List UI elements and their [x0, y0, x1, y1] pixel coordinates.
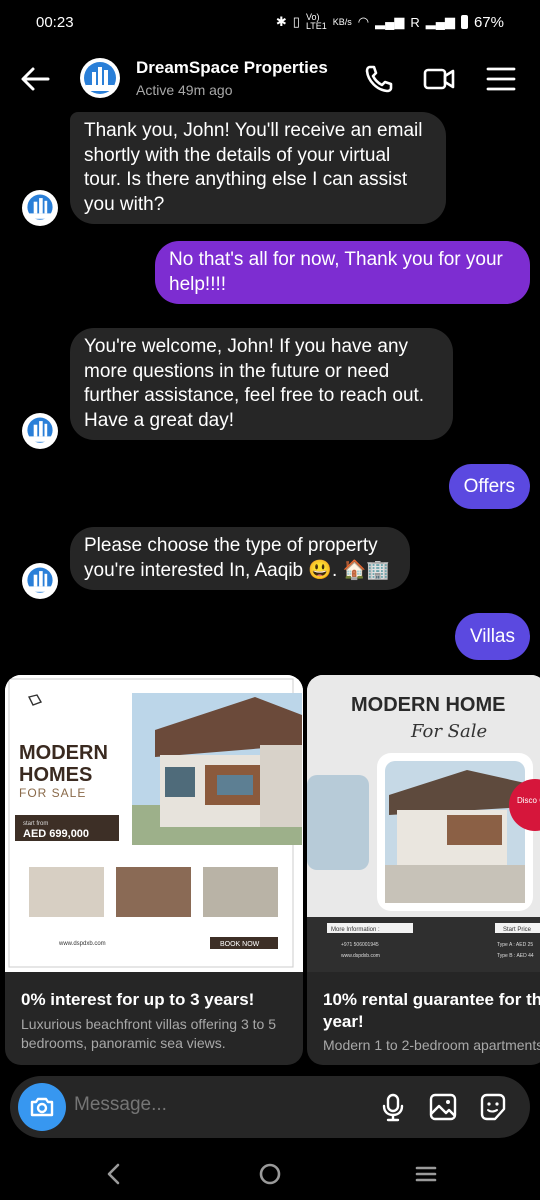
villa-poster-image: MODERN HOME For Sale Disco Only Up More …: [307, 675, 540, 972]
poster-cta: BOOK NOW: [220, 941, 260, 948]
offer-card[interactable]: MODERN HOME For Sale Disco Only Up More …: [307, 675, 540, 1065]
message-composer: [10, 1076, 530, 1138]
sender-avatar[interactable]: [22, 413, 58, 449]
poster-website: www.dspdxb.com: [58, 941, 106, 947]
wifi-icon: ◠: [357, 14, 370, 29]
message-text: No that's all for now, Thank you for you…: [169, 249, 503, 295]
bluetooth-icon: ✱: [275, 14, 287, 29]
camera-icon: [30, 1097, 54, 1117]
camera-button[interactable]: [18, 1083, 66, 1131]
poster-price: AED 699,000: [23, 828, 89, 840]
status-bar: 00:23 ✱ ▯ Vo) LTE1 KB/s ◠ ▂▄▆ R ▂▄▆ 67%: [0, 0, 540, 44]
message-text: Offers: [463, 476, 515, 497]
battery-percent: 67%: [473, 13, 504, 31]
video-call-icon[interactable]: [422, 62, 456, 96]
nav-home-icon[interactable]: [256, 1160, 284, 1188]
system-nav-bar: [0, 1148, 540, 1200]
message-bubble-sent[interactable]: Offers: [448, 464, 530, 509]
villa-poster-image: MODERN HOMES FOR SALE start from AED 699…: [5, 675, 303, 972]
message-text: Please choose the type of property you'r…: [84, 535, 390, 581]
company-logo-icon: [84, 62, 116, 94]
poster-heading-1: MODERN: [19, 742, 108, 764]
offer-poster: MODERN HOME For Sale Disco Only Up More …: [307, 675, 540, 972]
nav-recents-icon[interactable]: [412, 1160, 440, 1188]
message-bubble-sent[interactable]: Villas: [454, 613, 530, 660]
company-logo-icon: [27, 194, 53, 220]
contact-name[interactable]: DreamSpace Properties: [136, 58, 328, 78]
offer-card[interactable]: MODERN HOMES FOR SALE start from AED 699…: [5, 675, 303, 1065]
chat-header: DreamSpace Properties Active 49m ago: [0, 44, 540, 114]
poster-start-price: Start Price: [503, 927, 532, 933]
status-icons: ✱ ▯ Vo) LTE1 KB/s ◠ ▂▄▆ R ▂▄▆ 67%: [276, 13, 504, 31]
sender-avatar[interactable]: [22, 190, 58, 226]
poster-more-info: More Information :: [331, 927, 380, 933]
poster-website: www.dspdxb.com: [341, 953, 380, 959]
network-speed: KB/s: [332, 17, 352, 27]
card-title: 10% rental guarantee for the year!: [323, 990, 540, 1031]
vibrate-icon: ▯: [292, 14, 300, 29]
signal-icon: ▂▄▆: [375, 14, 405, 29]
menu-icon[interactable]: [484, 62, 518, 96]
message-bubble-received[interactable]: Please choose the type of property you'r…: [70, 527, 410, 590]
message-text: You're welcome, John! If you have any mo…: [84, 336, 425, 431]
gallery-icon[interactable]: [428, 1092, 458, 1122]
message-bubble-received[interactable]: You're welcome, John! If you have any mo…: [70, 328, 453, 440]
card-description: Luxurious beachfront villas offering 3 t…: [21, 1016, 277, 1051]
sender-avatar[interactable]: [22, 563, 58, 599]
poster-script: For Sale: [410, 721, 487, 742]
message-text: Villas: [469, 626, 515, 647]
poster-phone: +971 506001945: [341, 942, 379, 948]
poster-type-a: Type A : AED 25: [497, 942, 533, 948]
message-text: Thank you, John! You'll receive an email…: [84, 120, 423, 215]
poster-type-b: Type B : AED 44: [497, 953, 534, 959]
battery-icon: [460, 15, 468, 29]
phone-call-icon[interactable]: [362, 62, 396, 96]
card-title: 0% interest for up to 3 years!: [21, 990, 255, 1009]
profile-avatar[interactable]: [80, 58, 120, 98]
message-input[interactable]: [74, 1094, 354, 1116]
company-logo-icon: [27, 417, 53, 443]
volte-icon: Vo) LTE1: [305, 12, 327, 31]
poster-heading: MODERN HOME: [351, 694, 505, 716]
message-bubble-received[interactable]: Thank you, John! You'll receive an email…: [70, 112, 446, 224]
poster-heading-2: HOMES: [19, 764, 92, 786]
contact-status: Active 49m ago: [136, 82, 233, 98]
card-description: Modern 1 to 2-bedroom apartments: [323, 1037, 540, 1053]
clock: 00:23: [36, 13, 74, 31]
back-arrow-icon[interactable]: [18, 62, 52, 96]
discount-badge: Disco Only Up: [517, 796, 540, 805]
poster-price-label: start from: [23, 821, 48, 827]
microphone-icon[interactable]: [378, 1092, 408, 1122]
poster-subheading: FOR SALE: [19, 786, 86, 800]
nav-back-icon[interactable]: [100, 1160, 128, 1188]
sticker-icon[interactable]: [478, 1092, 508, 1122]
message-bubble-sent[interactable]: No that's all for now, Thank you for you…: [155, 241, 530, 304]
roaming-indicator: R: [410, 14, 420, 30]
offer-poster: MODERN HOMES FOR SALE start from AED 699…: [5, 675, 303, 972]
company-logo-icon: [27, 567, 53, 593]
signal-icon-2: ▂▄▆: [425, 14, 455, 29]
